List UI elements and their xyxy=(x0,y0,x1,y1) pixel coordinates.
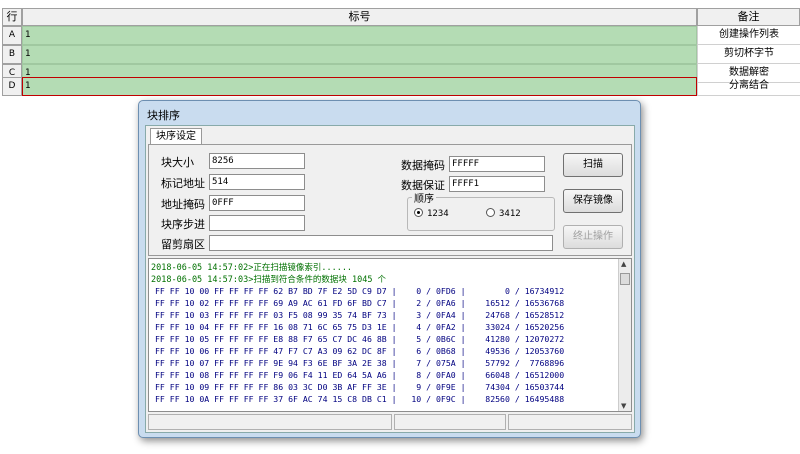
scan-button[interactable]: 扫描 xyxy=(563,153,623,177)
order-radio-3412[interactable]: 3412 xyxy=(486,208,521,219)
note-cell-a[interactable]: 创建操作列表 xyxy=(697,26,800,45)
scan-log[interactable]: 2018-06-05 14:57:02>正在扫描镜像索引...... 2018-… xyxy=(148,258,632,412)
hex-row: FF FF 10 09 FF FF FF FF 86 03 3C D0 3B A… xyxy=(155,382,565,392)
grid-cell-a[interactable]: 1 xyxy=(22,26,697,45)
col-header-row[interactable]: 行 xyxy=(2,8,22,26)
addr-mask-input[interactable]: 0FFF xyxy=(209,195,305,211)
status-bar xyxy=(148,414,632,430)
block-step-label: 块序步进 xyxy=(161,218,205,231)
row-header-a[interactable]: A xyxy=(2,26,22,45)
tag-addr-input[interactable]: 514 xyxy=(209,174,305,190)
dialog-body: 块序设定 块大小 8256 标记地址 514 地址掩码 0FFF 块序步进 留剪… xyxy=(145,125,635,433)
hex-row: FF FF 10 02 FF FF FF FF 69 A9 AC 61 FD 6… xyxy=(155,298,565,308)
log-line: 2018-06-05 14:57:03>扫描到符合条件的数据块 1045 个 xyxy=(151,275,387,285)
hex-row: FF FF 10 05 FF FF FF FF E8 88 F7 65 C7 D… xyxy=(155,334,565,344)
row-header-d[interactable]: D xyxy=(2,77,22,96)
tag-addr-label: 标记地址 xyxy=(161,177,205,190)
note-cell-d[interactable]: 分离结合 xyxy=(697,77,800,96)
vertical-scrollbar[interactable]: ▲ ▼ xyxy=(618,259,631,411)
reserve-input[interactable] xyxy=(209,235,553,251)
hex-row: FF FF 10 07 FF FF FF FF 9E 94 F3 6E BF 3… xyxy=(155,358,565,368)
order-group: 顺序 1234 3412 xyxy=(407,190,555,231)
grid-cell-b[interactable]: 1 xyxy=(22,45,697,64)
status-pane-2 xyxy=(394,414,506,430)
col-header-tag[interactable]: 标号 xyxy=(22,8,697,26)
hex-row: FF FF 10 08 FF FF FF FF F9 06 F4 11 ED 6… xyxy=(155,370,565,380)
col-header-note[interactable]: 备注 xyxy=(697,8,800,26)
data-guard-input[interactable]: FFFF1 xyxy=(449,176,545,192)
order-radio-1234[interactable]: 1234 xyxy=(414,208,449,219)
status-pane-3 xyxy=(508,414,632,430)
scroll-down-icon[interactable]: ▼ xyxy=(621,402,626,410)
grid-cell-d[interactable]: 1 xyxy=(22,77,697,96)
note-cell-b[interactable]: 剪切杯字节 xyxy=(697,45,800,64)
data-mask-input[interactable]: FFFFF xyxy=(449,156,545,172)
reserve-label: 留剪扇区 xyxy=(161,238,205,251)
order-option-1234: 1234 xyxy=(427,209,449,219)
block-size-label: 块大小 xyxy=(161,156,194,169)
hex-row: FF FF 10 0A FF FF FF FF 37 6F AC 74 15 C… xyxy=(155,394,565,404)
scroll-thumb[interactable] xyxy=(620,273,630,285)
dialog-title: 块排序 xyxy=(147,109,180,122)
status-pane-1 xyxy=(148,414,392,430)
addr-mask-label: 地址掩码 xyxy=(161,198,205,211)
save-image-button[interactable]: 保存镜像 xyxy=(563,189,623,213)
row-header-b[interactable]: B xyxy=(2,45,22,64)
hex-row: FF FF 10 00 FF FF FF FF 62 B7 BD 7F E2 5… xyxy=(155,286,565,296)
block-size-input[interactable]: 8256 xyxy=(209,153,305,169)
hex-row: FF FF 10 04 FF FF FF FF 16 08 71 6C 65 7… xyxy=(155,322,565,332)
hex-row: FF FF 10 03 FF FF FF FF 03 F5 08 99 35 7… xyxy=(155,310,565,320)
order-option-3412: 3412 xyxy=(499,209,521,219)
settings-panel: 块大小 8256 标记地址 514 地址掩码 0FFF 块序步进 留剪扇区 数据… xyxy=(148,144,632,256)
radio-checked-icon xyxy=(414,208,423,217)
log-line: 2018-06-05 14:57:02>正在扫描镜像索引...... xyxy=(151,263,353,273)
scroll-up-icon[interactable]: ▲ xyxy=(621,260,626,268)
hex-row: FF FF 10 06 FF FF FF FF 47 F7 C7 A3 09 6… xyxy=(155,346,565,356)
order-group-title: 顺序 xyxy=(412,190,436,205)
block-step-input[interactable] xyxy=(209,215,305,231)
radio-unchecked-icon xyxy=(486,208,495,217)
stop-button[interactable]: 终止操作 xyxy=(563,225,623,249)
data-mask-label: 数据掩码 xyxy=(401,159,445,172)
tab-block-settings[interactable]: 块序设定 xyxy=(150,128,202,145)
block-sort-dialog: 块排序 块序设定 块大小 8256 标记地址 514 地址掩码 0FFF 块序步… xyxy=(138,100,641,438)
